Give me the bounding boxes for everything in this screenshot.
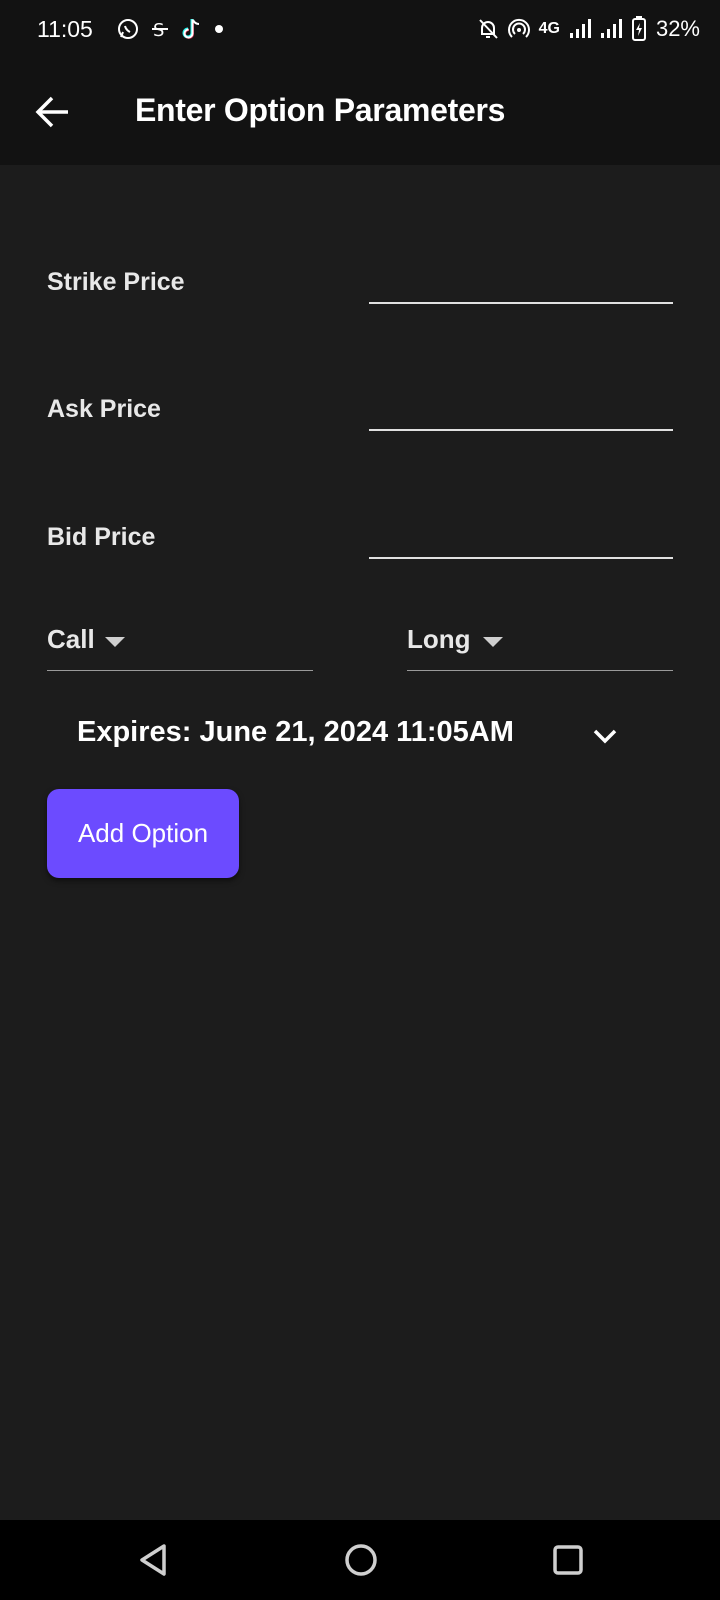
nav-recents-icon[interactable] xyxy=(551,1542,585,1578)
signal-icon xyxy=(600,19,622,38)
ask-price-input[interactable] xyxy=(369,389,673,431)
strike-price-input[interactable] xyxy=(369,262,673,304)
whatsapp-icon xyxy=(118,19,138,39)
status-time: 11:05 xyxy=(37,16,93,42)
position-value: Long xyxy=(407,624,471,654)
system-nav-bar xyxy=(0,1520,720,1600)
strike-price-label: Strike Price xyxy=(47,268,185,296)
app-bar: Enter Option Parameters xyxy=(0,62,720,165)
arrow-back-icon xyxy=(35,96,68,128)
system-icons: 4G 32% xyxy=(477,16,700,42)
hotspot-icon xyxy=(507,18,530,38)
add-option-button[interactable]: Add Option xyxy=(47,789,239,878)
svg-text:S: S xyxy=(153,20,164,41)
expiration-date[interactable]: Expires: June 21, 2024 11:05AM xyxy=(77,716,514,749)
notification-icons: S xyxy=(116,17,226,41)
dropdown-arrow-icon xyxy=(483,637,503,647)
battery-charging-icon xyxy=(631,16,646,41)
network-type: 4G xyxy=(538,20,560,37)
ask-price-label: Ask Price xyxy=(47,395,161,423)
dropdown-arrow-icon xyxy=(105,637,125,647)
status-bar: 11:05 S 4G 32% xyxy=(0,0,720,62)
signal-icon xyxy=(569,19,591,38)
bell-off-icon xyxy=(478,19,498,39)
dot-icon xyxy=(215,25,223,33)
nav-home-icon[interactable] xyxy=(343,1542,379,1578)
back-button[interactable] xyxy=(30,90,74,134)
position-dropdown[interactable]: Long xyxy=(407,616,673,671)
bid-price-label: Bid Price xyxy=(47,523,156,551)
nav-back-icon[interactable] xyxy=(136,1542,170,1578)
s-app-icon: S xyxy=(152,20,168,41)
chevron-down-icon[interactable] xyxy=(590,724,620,748)
option-type-dropdown[interactable]: Call xyxy=(47,616,313,671)
page-title: Enter Option Parameters xyxy=(135,92,506,128)
tiktok-icon xyxy=(182,19,200,39)
bid-price-input[interactable] xyxy=(369,517,673,559)
option-type-value: Call xyxy=(47,624,95,654)
battery-percent: 32% xyxy=(655,16,700,41)
